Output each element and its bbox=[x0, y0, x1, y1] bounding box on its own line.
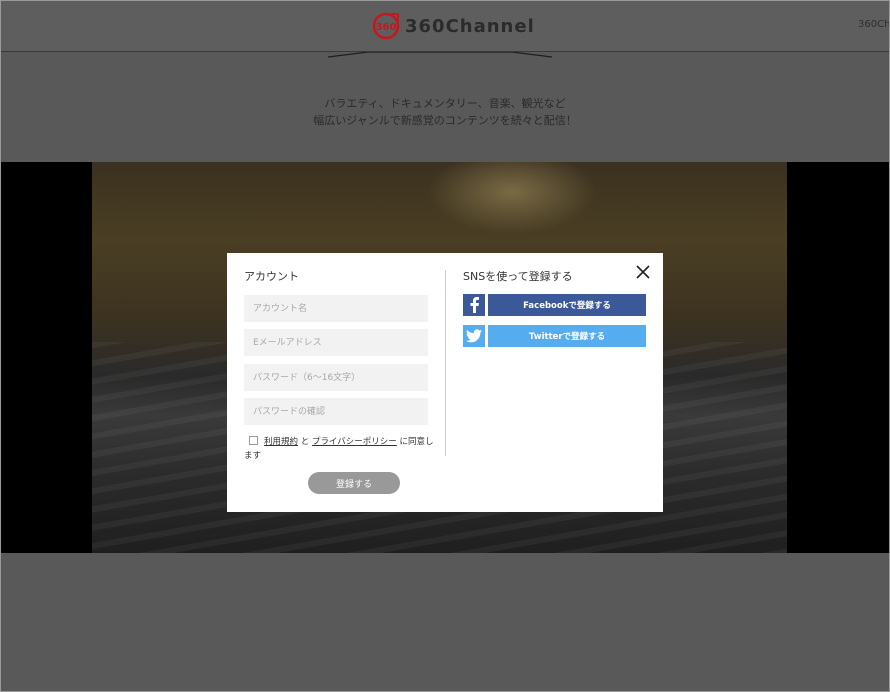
terms-link[interactable]: 利用規約 bbox=[264, 437, 298, 447]
logo-icon: 360 bbox=[372, 12, 400, 40]
terms-checkbox[interactable] bbox=[249, 436, 258, 445]
account-title: アカウント bbox=[244, 270, 299, 283]
tagline-line2: 幅広いジャンルで新感覚のコンテンツを続々と配信！ bbox=[313, 114, 577, 127]
site-logo[interactable]: 360 360Channel bbox=[371, 11, 535, 41]
terms-and: と bbox=[300, 437, 310, 447]
page-bottom bbox=[1, 553, 889, 691]
header-decoration bbox=[328, 52, 552, 58]
email-input[interactable] bbox=[244, 329, 428, 356]
signup-modal: アカウント 利用規約 と プライバシーポリシー に同意します 登録する SNSを… bbox=[227, 253, 663, 512]
facebook-label: Facebookで登録する bbox=[488, 294, 646, 316]
privacy-link[interactable]: プライバシーポリシー bbox=[312, 437, 397, 447]
brand-name: 360Channel bbox=[405, 15, 535, 37]
terms-agreement: 利用規約 と プライバシーポリシー に同意します bbox=[244, 435, 434, 463]
password-input[interactable] bbox=[244, 364, 428, 391]
tagline: バラエティ、ドキュメンタリー、音楽、観光など 幅広いジャンルで新感覚のコンテンツ… bbox=[0, 95, 890, 129]
column-divider bbox=[445, 270, 446, 456]
site-header: 360 360Channel 360Channel bbox=[1, 1, 890, 52]
register-button[interactable]: 登録する bbox=[308, 472, 400, 494]
tagline-line1: バラエティ、ドキュメンタリー、音楽、観光など bbox=[324, 97, 566, 110]
sns-title: SNSを使って登録する bbox=[463, 270, 573, 283]
close-icon[interactable] bbox=[635, 264, 651, 280]
account-name-input[interactable] bbox=[244, 295, 428, 322]
twitter-register-button[interactable]: Twitterで登録する bbox=[463, 325, 646, 347]
header-right-link[interactable]: 360Channel bbox=[858, 19, 890, 30]
password-confirm-input[interactable] bbox=[244, 398, 428, 425]
twitter-icon bbox=[463, 325, 485, 347]
svg-text:360: 360 bbox=[376, 22, 397, 33]
facebook-register-button[interactable]: Facebookで登録する bbox=[463, 294, 646, 316]
facebook-icon bbox=[463, 294, 485, 316]
twitter-label: Twitterで登録する bbox=[488, 325, 646, 347]
